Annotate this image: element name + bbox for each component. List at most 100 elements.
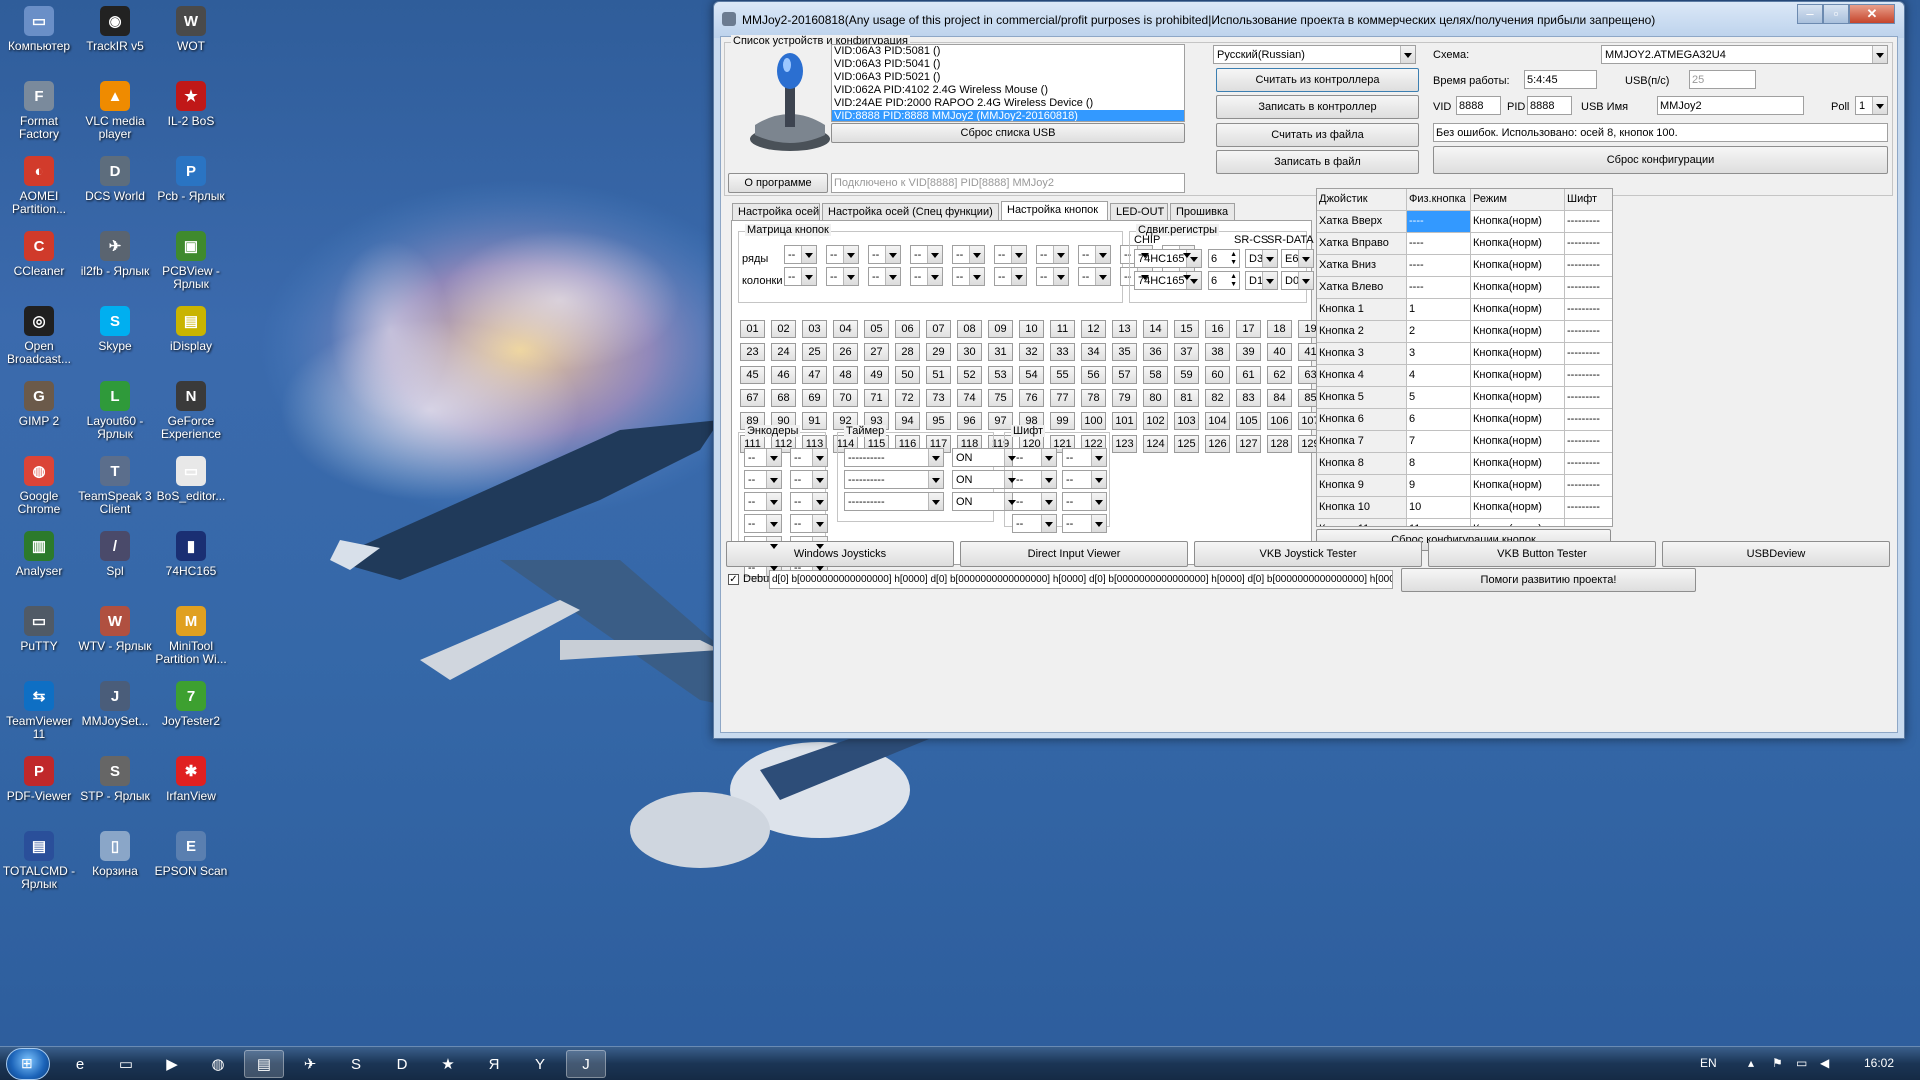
table-cell[interactable]: 4	[1407, 365, 1471, 387]
title-bar[interactable]: MMJoy2-20160818(Any usage of this projec…	[714, 2, 1904, 38]
button-number-cell[interactable]: 32	[1019, 343, 1044, 361]
il2-taskbar-icon[interactable]: ★	[428, 1050, 468, 1078]
table-cell[interactable]: ---------	[1565, 431, 1612, 453]
button-number-cell[interactable]: 30	[957, 343, 982, 361]
desktop-icon[interactable]: 7 JoyTester2	[153, 681, 229, 728]
timer-state-select[interactable]: ON	[952, 448, 1020, 467]
button-number-cell[interactable]: 08	[957, 320, 982, 338]
desktop-icon[interactable]: ▮ 74HC165	[153, 531, 229, 578]
desktop-icon[interactable]: ✈ il2fb - Ярлык	[77, 231, 153, 278]
button-number-cell[interactable]: 02	[771, 320, 796, 338]
button-number-cell[interactable]: 06	[895, 320, 920, 338]
table-cell[interactable]: Кнопка(норм)	[1471, 475, 1565, 497]
button-number-cell[interactable]: 84	[1267, 389, 1292, 407]
timer-button-select[interactable]: ----------	[844, 470, 944, 489]
table-cell[interactable]: Кнопка(норм)	[1471, 211, 1565, 233]
button-number-cell[interactable]: 05	[864, 320, 889, 338]
tool-button-4[interactable]: USBDeview	[1662, 541, 1890, 567]
sr-count-spinner[interactable]: 6 ▲ ▼	[1208, 271, 1240, 290]
poll-select[interactable]: 1	[1855, 96, 1888, 115]
table-cell[interactable]: ---------	[1565, 211, 1612, 233]
button-number-cell[interactable]: 09	[988, 320, 1013, 338]
desktop-icon[interactable]: ◎ Open Broadcast...	[1, 306, 77, 366]
table-cell[interactable]: Кнопка(норм)	[1471, 453, 1565, 475]
desktop-icon[interactable]: G GIMP 2	[1, 381, 77, 428]
device-list-item[interactable]: VID:06A3 PID:5021 ()	[832, 71, 1184, 84]
table-cell[interactable]: ----	[1407, 255, 1471, 277]
matrix-row-select[interactable]: --	[994, 245, 1027, 264]
button-number-cell[interactable]: 102	[1143, 412, 1168, 430]
table-cell[interactable]: ----	[1407, 233, 1471, 255]
desktop-icon[interactable]: ◐ AOMEI Partition...	[1, 156, 77, 216]
table-cell[interactable]: Кнопка 6	[1317, 409, 1407, 431]
totalcmd-taskbar-icon[interactable]: ▤	[244, 1050, 284, 1078]
table-cell[interactable]: ---------	[1565, 409, 1612, 431]
button-number-cell[interactable]: 04	[833, 320, 858, 338]
table-cell[interactable]: Кнопка(норм)	[1471, 519, 1565, 526]
matrix-column-select[interactable]: --	[868, 267, 901, 286]
desktop-icon[interactable]: ▣ PCBView - Ярлык	[153, 231, 229, 291]
button-number-cell[interactable]: 58	[1143, 366, 1168, 384]
minimize-button[interactable]: –	[1797, 4, 1823, 24]
button-number-cell[interactable]: 128	[1267, 435, 1292, 453]
button-number-cell[interactable]: 62	[1267, 366, 1292, 384]
matrix-row-select[interactable]: --	[952, 245, 985, 264]
button-number-cell[interactable]: 13	[1112, 320, 1137, 338]
desktop-icon[interactable]: P PDF-Viewer	[1, 756, 77, 803]
matrix-row-select[interactable]: --	[1036, 245, 1069, 264]
desktop-icon[interactable]: E EPSON Scan	[153, 831, 229, 878]
table-cell[interactable]: Кнопка 3	[1317, 343, 1407, 365]
matrix-column-select[interactable]: --	[1078, 267, 1111, 286]
yandex-browser-taskbar-icon[interactable]: Y	[520, 1050, 560, 1078]
table-row[interactable]: Хатка Вправо----Кнопка(норм)------------…	[1317, 233, 1612, 255]
button-number-cell[interactable]: 10	[1019, 320, 1044, 338]
desktop-icon[interactable]: S Skype	[77, 306, 153, 353]
table-cell[interactable]: Кнопка(норм)	[1471, 409, 1565, 431]
button-number-cell[interactable]: 26	[833, 343, 858, 361]
table-cell[interactable]: Кнопка(норм)	[1471, 387, 1565, 409]
button-number-cell[interactable]: 91	[802, 412, 827, 430]
table-cell[interactable]: 3	[1407, 343, 1471, 365]
button-number-cell[interactable]: 07	[926, 320, 951, 338]
clock[interactable]: 16:02	[1864, 1056, 1894, 1070]
matrix-row-select[interactable]: --	[826, 245, 859, 264]
timer-button-select[interactable]: ----------	[844, 492, 944, 511]
table-row[interactable]: Хатка Влево----Кнопка(норм)-------------…	[1317, 277, 1612, 299]
button-number-cell[interactable]: 76	[1019, 389, 1044, 407]
button-number-cell[interactable]: 68	[771, 389, 796, 407]
table-cell[interactable]: ---------	[1565, 277, 1612, 299]
language-select[interactable]: Русский(Russian)	[1213, 45, 1416, 64]
button-number-cell[interactable]: 57	[1112, 366, 1137, 384]
table-cell[interactable]: 10	[1407, 497, 1471, 519]
tool-button-3[interactable]: VKB Button Tester	[1428, 541, 1656, 567]
matrix-column-select[interactable]: --	[784, 267, 817, 286]
tab-3[interactable]: LED-OUT	[1110, 203, 1168, 221]
table-row[interactable]: Кнопка 44Кнопка(норм)------------------	[1317, 365, 1612, 387]
tab-2[interactable]: Настройка кнопок	[1001, 201, 1108, 222]
encoder-b-select[interactable]: --	[790, 514, 828, 533]
sr-count-spinner[interactable]: 6 ▲ ▼	[1208, 249, 1240, 268]
button-number-cell[interactable]: 123	[1112, 435, 1137, 453]
button-number-cell[interactable]: 127	[1236, 435, 1261, 453]
table-cell[interactable]: ---------	[1565, 365, 1612, 387]
table-cell[interactable]: Кнопка 11	[1317, 519, 1407, 526]
table-row[interactable]: Кнопка 88Кнопка(норм)------------------	[1317, 453, 1612, 475]
desktop-icon[interactable]: C CCleaner	[1, 231, 77, 278]
table-cell[interactable]: 6	[1407, 409, 1471, 431]
close-button[interactable]: ✕	[1849, 4, 1895, 24]
show-hidden-icons-icon[interactable]: ▴	[1748, 1056, 1754, 1070]
button-number-cell[interactable]: 82	[1205, 389, 1230, 407]
table-cell[interactable]: 8	[1407, 453, 1471, 475]
table-cell[interactable]: Кнопка 9	[1317, 475, 1407, 497]
encoder-a-select[interactable]: --	[744, 470, 782, 489]
button-number-cell[interactable]: 60	[1205, 366, 1230, 384]
button-number-cell[interactable]: 104	[1205, 412, 1230, 430]
table-row[interactable]: Кнопка 33Кнопка(норм)------------------	[1317, 343, 1612, 365]
table-cell[interactable]: Кнопка(норм)	[1471, 365, 1565, 387]
button-number-cell[interactable]: 17	[1236, 320, 1261, 338]
button-number-cell[interactable]: 61	[1236, 366, 1261, 384]
desktop-icon[interactable]: ▤ iDisplay	[153, 306, 229, 353]
table-cell[interactable]: ---------	[1565, 255, 1612, 277]
explorer-taskbar-icon[interactable]: ▭	[106, 1050, 146, 1078]
button-number-cell[interactable]: 52	[957, 366, 982, 384]
